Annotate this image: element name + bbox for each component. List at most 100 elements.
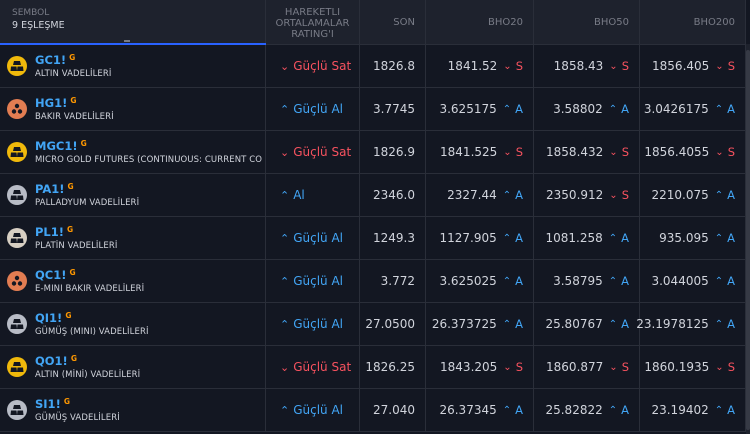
ticker-link[interactable]: HG1! G: [35, 96, 114, 111]
table-row[interactable]: SI1! G GÜMÜŞ VADELİLERİ ⌃ Güçlü Al 27.040 …: [0, 389, 746, 432]
bho20-signal: ⌃ A: [503, 403, 523, 417]
bho200-value: 1860.1935: [644, 360, 710, 374]
instrument-description: E-MINI BAKIR VADELİLERİ: [35, 283, 145, 294]
chevron-up-icon: ⌃: [714, 232, 724, 244]
bho200-signal: ⌃ A: [715, 274, 735, 288]
bho50-value: 25.82822: [545, 403, 603, 417]
ticker-label[interactable]: HG1!: [35, 96, 67, 111]
ticker-label[interactable]: QI1!: [35, 311, 62, 326]
chevron-up-icon: ⌃: [502, 318, 512, 330]
bho50-signal: ⌃ A: [609, 274, 629, 288]
bho200-cell: 23.19402 ⌃ A: [640, 389, 746, 431]
screener-table: SEMBOL 9 EŞLEŞME HAREKETLI ORTALAMALAR R…: [0, 0, 746, 432]
bho20-signal-label: S: [515, 145, 523, 159]
bho50-cell: 3.58802 ⌃ A: [534, 88, 640, 130]
ticker-link[interactable]: SI1! G: [35, 397, 120, 412]
symbol-cell[interactable]: HG1! G BAKIR VADELİLERİ: [0, 88, 266, 130]
column-header-bho50[interactable]: BHO50: [534, 0, 640, 44]
ticker-label[interactable]: QO1!: [35, 354, 68, 369]
ticker-link[interactable]: QI1! G: [35, 311, 149, 326]
symbol-cell[interactable]: SI1! G GÜMÜŞ VADELİLERİ: [0, 389, 266, 431]
ticker-link[interactable]: GC1! G: [35, 53, 112, 68]
ma-rating-label: Al: [293, 188, 305, 202]
ticker-label[interactable]: MGC1!: [35, 139, 78, 154]
ma-rating-cell: ⌃ Güçlü Al: [266, 389, 360, 431]
bho50-signal: ⌄ S: [609, 360, 629, 374]
table-row[interactable]: HG1! G BAKIR VADELİLERİ ⌃ Güçlü Al 3.7745 …: [0, 88, 746, 131]
ticker-label[interactable]: PA1!: [35, 182, 65, 197]
bho50-cell: 3.58795 ⌃ A: [534, 260, 640, 302]
ticker-link[interactable]: MGC1! G: [35, 139, 262, 154]
last-price-cell: 1826.25: [360, 346, 426, 388]
bho50-signal-label: A: [621, 102, 629, 116]
ticker-link[interactable]: QC1! G: [35, 268, 144, 283]
ma-rating-label: Güçlü Sat: [293, 59, 352, 73]
delay-badge: G: [70, 95, 77, 105]
table-row[interactable]: QC1! G E-MINI BAKIR VADELİLERİ ⌃ Güçlü Al …: [0, 260, 746, 303]
last-price-cell: 2346.0: [360, 174, 426, 216]
bho20-signal-label: A: [515, 188, 523, 202]
symbol-text: GC1! G ALTIN VADELİLERİ: [35, 53, 112, 80]
symbol-cell[interactable]: QO1! G ALTIN (MİNİ) VADELİLERİ: [0, 346, 266, 388]
bho200-signal-label: A: [727, 231, 735, 245]
bho200-cell: 1856.405 ⌄ S: [640, 45, 746, 87]
ma-rating-label: Güçlü Al: [293, 231, 344, 245]
ticker-link[interactable]: QO1! G: [35, 354, 140, 369]
table-row[interactable]: MGC1! G MICRO GOLD FUTURES (CONTINUOUS: C…: [0, 131, 746, 174]
scrollbar-thumb[interactable]: [746, 50, 750, 430]
symbol-cell[interactable]: QC1! G E-MINI BAKIR VADELİLERİ: [0, 260, 266, 302]
column-header-bho200[interactable]: BHO200: [640, 0, 746, 44]
table-row[interactable]: PL1! G PLATİN VADELİLERİ ⌃ Güçlü Al 1249.3…: [0, 217, 746, 260]
last-price-cell: 1826.8: [360, 45, 426, 87]
column-header-bho20[interactable]: BHO20: [426, 0, 534, 44]
chevron-up-icon: ⌃: [280, 274, 290, 288]
ticker-link[interactable]: PL1! G: [35, 225, 117, 240]
symbol-cell[interactable]: MGC1! G MICRO GOLD FUTURES (CONTINUOUS: C…: [0, 131, 266, 173]
ticker-label[interactable]: SI1!: [35, 397, 61, 412]
instrument-description: MICRO GOLD FUTURES (CONTINUOUS: CURRENT …: [35, 154, 263, 165]
table-row[interactable]: PA1! G PALLADYUM VADELİLERİ ⌃ Al 2346.0 23…: [0, 174, 746, 217]
table-row[interactable]: QI1! G GÜMÜŞ (MINI) VADELİLERİ ⌃ Güçlü Al …: [0, 303, 746, 346]
bho20-value: 1841.525: [440, 145, 498, 159]
bho200-value: 3.0426175: [643, 102, 709, 116]
column-header-symbol[interactable]: SEMBOL 9 EŞLEŞME: [0, 0, 266, 44]
symbol-cell[interactable]: QI1! G GÜMÜŞ (MINI) VADELİLERİ: [0, 303, 266, 345]
bho20-value: 1843.205: [440, 360, 498, 374]
table-body: GC1! G ALTIN VADELİLERİ ⌄ Güçlü Sat 1826.8…: [0, 45, 746, 432]
bho20-signal: ⌃ A: [503, 317, 523, 331]
instrument-description: BAKIR VADELİLERİ: [35, 111, 114, 122]
bho20-signal-label: A: [515, 102, 523, 116]
bho200-cell: 2210.075 ⌃ A: [640, 174, 746, 216]
bho20-cell: 3.625175 ⌃ A: [426, 88, 534, 130]
gold-bars-icon: [7, 142, 27, 162]
symbol-cell[interactable]: PA1! G PALLADYUM VADELİLERİ: [0, 174, 266, 216]
bho200-value: 935.095: [659, 231, 709, 245]
bho50-signal-label: A: [621, 231, 629, 245]
ticker-link[interactable]: PA1! G: [35, 182, 139, 197]
ticker-label[interactable]: QC1!: [35, 268, 66, 283]
column-header-son[interactable]: SON: [360, 0, 426, 44]
table-row[interactable]: QO1! G ALTIN (MİNİ) VADELİLERİ ⌄ Güçlü Sat…: [0, 346, 746, 389]
bho20-value: 26.373725: [431, 317, 497, 331]
symbol-text: HG1! G BAKIR VADELİLERİ: [35, 96, 114, 123]
delay-badge: G: [67, 181, 74, 191]
bho200-cell: 3.044005 ⌃ A: [640, 260, 746, 302]
symbol-cell[interactable]: PL1! G PLATİN VADELİLERİ: [0, 217, 266, 259]
column-header-ma-rating[interactable]: HAREKETLI ORTALAMALAR RATING'I: [266, 0, 360, 44]
bho200-value: 3.044005: [651, 274, 709, 288]
ticker-label[interactable]: GC1!: [35, 53, 66, 68]
bho200-value: 23.19402: [651, 403, 709, 417]
table-row[interactable]: GC1! G ALTIN VADELİLERİ ⌄ Güçlü Sat 1826.8…: [0, 45, 746, 88]
bho200-value: 1856.405: [652, 59, 710, 73]
ticker-label[interactable]: PL1!: [35, 225, 64, 240]
vertical-scrollbar[interactable]: [746, 44, 750, 434]
last-price-cell: 27.040: [360, 389, 426, 431]
bho20-cell: 1127.905 ⌃ A: [426, 217, 534, 259]
chevron-down-icon: ⌄: [503, 361, 512, 373]
ma-rating-label: Güçlü Al: [293, 403, 344, 417]
chevron-up-icon: ⌃: [608, 318, 618, 330]
ma-rating-label: Güçlü Al: [293, 102, 344, 116]
symbol-text: MGC1! G MICRO GOLD FUTURES (CONTINUOUS: C…: [35, 139, 262, 166]
gold-bars-icon: [7, 357, 27, 377]
symbol-cell[interactable]: GC1! G ALTIN VADELİLERİ: [0, 45, 266, 87]
